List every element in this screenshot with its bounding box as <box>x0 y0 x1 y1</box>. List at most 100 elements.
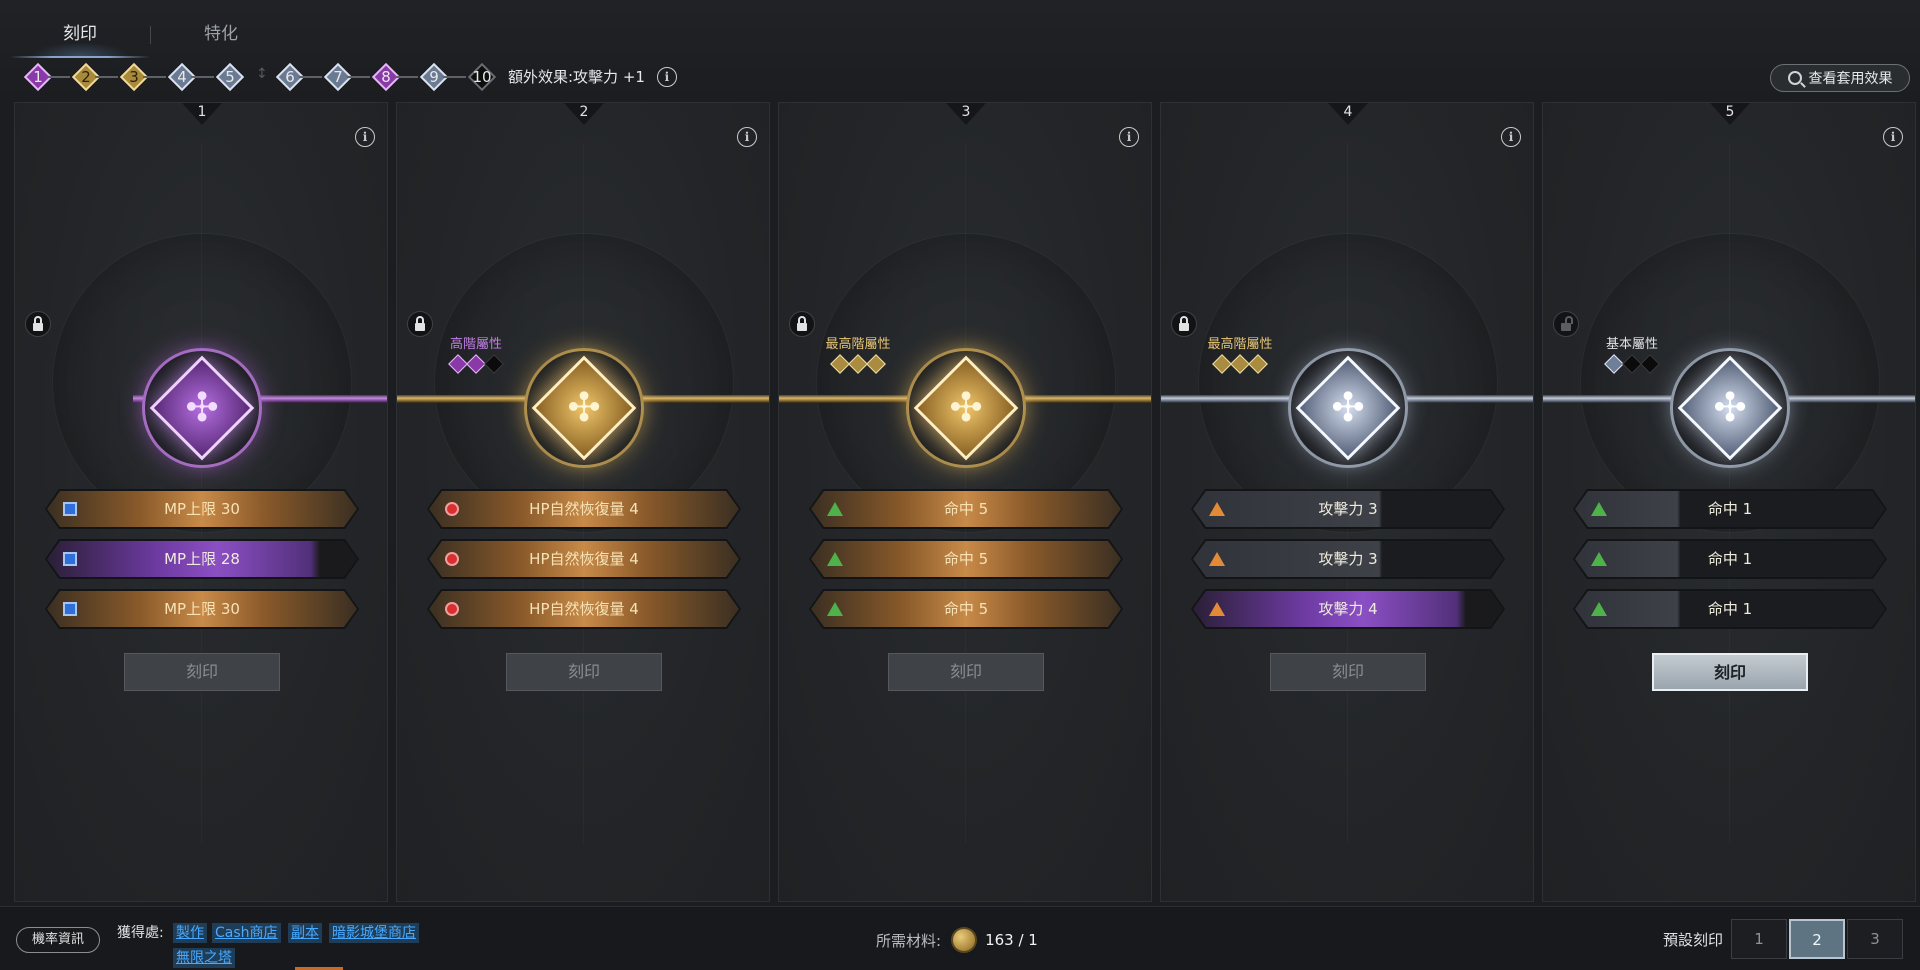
view-applied-effects-button[interactable]: 查看套用效果 <box>1770 64 1910 92</box>
tab-engrave[interactable]: 刻印 <box>10 14 150 58</box>
tier-gem-icon <box>1230 354 1250 374</box>
step-divider <box>254 62 268 92</box>
step-6[interactable]: 6 <box>266 62 322 92</box>
source-link-infinite-tower[interactable]: 無限之塔 <box>173 948 235 968</box>
view-applied-effects-label: 查看套用效果 <box>1808 71 1893 87</box>
stat-text: 攻擊力 3 <box>1318 500 1378 518</box>
preset-button-1[interactable]: 1 <box>1731 919 1787 959</box>
source-link-cash-shop[interactable]: Cash商店 <box>212 923 281 943</box>
stat-option: 攻擊力 4 <box>1191 589 1505 629</box>
preset-button-2[interactable]: 2 <box>1789 919 1845 959</box>
stat-text: 攻擊力 4 <box>1318 600 1378 618</box>
slot-number: 2 <box>579 104 589 120</box>
stat-option: MP上限 30 <box>45 489 359 529</box>
tier-gem-icon <box>1212 354 1232 374</box>
preset-button-3[interactable]: 3 <box>1847 919 1903 959</box>
engrave-slot-1: 1 i ✣ MP上限 30 MP上限 28 MP上限 30 刻印 <box>14 102 388 902</box>
slot-number: 4 <box>1343 104 1353 120</box>
stat-text: HP自然恢復量 4 <box>529 600 639 618</box>
tier-gem-icon <box>866 354 886 374</box>
tier-gem-icon <box>448 354 468 374</box>
step-9[interactable]: 9 <box>410 62 466 92</box>
lock-icon[interactable] <box>25 311 51 337</box>
step-number: 1 <box>33 68 43 86</box>
stat-text: 命中 1 <box>1707 600 1753 618</box>
bottom-bar: 機率資訊 獲得處: 製作 Cash商店 副本 暗影城堡商店 無限之塔 所需材料:… <box>0 906 1920 970</box>
info-icon[interactable]: i <box>1883 127 1903 147</box>
step-5[interactable]: 5 <box>206 62 254 92</box>
stat-option: HP自然恢復量 4 <box>427 539 741 579</box>
engrave-button[interactable]: 刻印 <box>888 653 1044 691</box>
step-2[interactable]: 2 <box>62 62 118 92</box>
required-materials: 所需材料: 163 / 1 <box>876 925 1038 955</box>
slot-number: 1 <box>197 104 207 120</box>
engrave-button[interactable]: 刻印 <box>1652 653 1808 691</box>
probability-info-button[interactable]: 機率資訊 <box>16 927 100 953</box>
step-number: 3 <box>129 68 139 86</box>
info-icon[interactable]: i <box>1501 127 1521 147</box>
stat-option: 攻擊力 3 <box>1191 539 1505 579</box>
tier-gem-icon <box>1640 354 1660 374</box>
lock-icon[interactable] <box>1553 311 1579 337</box>
preset-label: 預設刻印 <box>1663 931 1724 949</box>
celtic-knot-icon: ✣ <box>1713 385 1747 431</box>
step-number: 6 <box>285 68 295 86</box>
search-icon <box>1787 71 1802 85</box>
stat-text: 命中 1 <box>1707 500 1753 518</box>
step-number: 4 <box>177 68 187 86</box>
info-icon[interactable]: i <box>656 67 677 87</box>
info-icon[interactable]: i <box>737 127 757 147</box>
engrave-emblem-icon[interactable]: ✣ <box>1279 339 1417 477</box>
engrave-slot-3: 3 i 最高階屬性 ✣ 命中 5 命中 5 命中 5 刻印 <box>778 102 1152 902</box>
engrave-panels: 1 i ✣ MP上限 30 MP上限 28 MP上限 30 刻印 2 i 高階屬性 ✣ HP自然恢復量… <box>14 102 1920 902</box>
step-8[interactable]: 8 <box>362 62 418 92</box>
bonus-effect-label: 額外效果:攻擊力 +1 <box>508 68 645 86</box>
tab-specialize[interactable]: 特化 <box>151 14 291 58</box>
step-1[interactable]: 1 <box>14 62 70 92</box>
engrave-slot-2: 2 i 高階屬性 ✣ HP自然恢復量 4 HP自然恢復量 4 HP自然恢復量 4 刻印 <box>396 102 770 902</box>
source-link-dungeon[interactable]: 副本 <box>288 923 322 943</box>
source-link-craft[interactable]: 製作 <box>173 923 207 943</box>
slot-number: 5 <box>1725 104 1735 120</box>
slot-tag: 4 <box>1298 103 1398 127</box>
slot-tag: 5 <box>1680 103 1780 127</box>
source-label: 獲得處: <box>117 925 164 941</box>
stat-option: 命中 5 <box>809 539 1123 579</box>
lock-icon[interactable] <box>789 311 815 337</box>
info-icon[interactable]: i <box>355 127 375 147</box>
step-number: 2 <box>81 68 91 86</box>
engrave-slot-5: 5 i 基本屬性 ✣ 命中 1 命中 1 命中 1 刻印 <box>1542 102 1916 902</box>
lock-icon[interactable] <box>407 311 433 337</box>
stat-text: MP上限 30 <box>164 600 240 618</box>
step-7[interactable]: 7 <box>314 62 370 92</box>
engrave-button[interactable]: 刻印 <box>506 653 662 691</box>
step-10[interactable]: 10 <box>458 62 506 92</box>
lock-icon[interactable] <box>1171 311 1197 337</box>
engrave-button[interactable]: 刻印 <box>124 653 280 691</box>
step-4[interactable]: 4 <box>158 62 214 92</box>
slot-number: 3 <box>961 104 971 120</box>
step-number: 8 <box>381 68 391 86</box>
step-number: 5 <box>225 68 235 86</box>
step-3[interactable]: 3 <box>110 62 166 92</box>
engrave-emblem-icon[interactable]: ✣ <box>897 339 1035 477</box>
stat-options: 攻擊力 3 攻擊力 3 攻擊力 4 <box>1191 489 1505 639</box>
engrave-emblem-icon[interactable]: ✣ <box>133 339 271 477</box>
engrave-button[interactable]: 刻印 <box>1270 653 1426 691</box>
tier-gem-icon <box>1622 354 1642 374</box>
celtic-knot-icon: ✣ <box>1331 385 1365 431</box>
info-icon[interactable]: i <box>1119 127 1139 147</box>
source-link-shadow-castle-shop[interactable]: 暗影城堡商店 <box>329 923 419 943</box>
step-number: 10 <box>472 68 492 86</box>
coin-icon <box>951 927 978 953</box>
engrave-slot-4: 4 i 最高階屬性 ✣ 攻擊力 3 攻擊力 3 攻擊力 4 刻印 <box>1160 102 1534 902</box>
tier-gem-icon <box>848 354 868 374</box>
step-number: 7 <box>333 68 343 86</box>
tab-bar: 刻印 特化 <box>10 14 291 60</box>
stat-text: MP上限 28 <box>164 550 240 568</box>
bonus-effect: 額外效果:攻擊力 +1 i <box>508 62 677 92</box>
stat-text: 命中 5 <box>943 500 989 518</box>
stat-text: 攻擊力 3 <box>1318 550 1378 568</box>
engrave-emblem-icon[interactable]: ✣ <box>515 339 653 477</box>
engrave-emblem-icon[interactable]: ✣ <box>1661 339 1799 477</box>
